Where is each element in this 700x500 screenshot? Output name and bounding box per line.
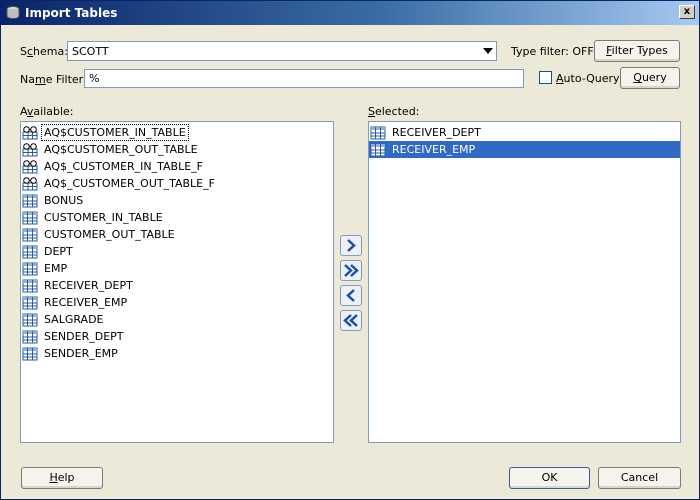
table-icon <box>22 211 38 224</box>
list-item-label: AQ$CUSTOMER_IN_TABLE <box>41 124 189 141</box>
list-item-label: CUSTOMER_OUT_TABLE <box>44 228 175 241</box>
table-icon <box>22 228 38 241</box>
close-icon: x <box>683 6 691 17</box>
auto-query-checkbox[interactable] <box>539 71 552 84</box>
filter-types-button[interactable]: Filter Types <box>594 40 680 62</box>
view-icon <box>22 159 38 173</box>
move-left-button[interactable] <box>340 285 362 306</box>
available-tables-list[interactable]: AQ$CUSTOMER_IN_TABLE AQ$CUSTOMER_OUT_TABL… <box>20 121 334 443</box>
schema-label: Schema: <box>20 45 68 58</box>
move-right-button[interactable] <box>340 235 362 256</box>
help-button[interactable]: Help <box>21 467 103 489</box>
move-right-icon <box>347 239 356 252</box>
list-item[interactable]: SALGRADE <box>21 311 333 328</box>
list-item-label: AQ$CUSTOMER_OUT_TABLE <box>44 143 198 156</box>
table-icon <box>370 143 386 156</box>
schema-value: SCOTT <box>72 45 109 58</box>
list-item[interactable]: SENDER_DEPT <box>21 328 333 345</box>
list-item[interactable]: CUSTOMER_IN_TABLE <box>21 209 333 226</box>
list-item-label: RECEIVER_EMP <box>44 296 128 309</box>
close-button[interactable]: x <box>679 5 695 19</box>
selected-tables-list[interactable]: RECEIVER_DEPT RECEIVER_EMP <box>368 121 681 443</box>
table-icon <box>22 262 38 275</box>
list-item-label: RECEIVER_DEPT <box>392 126 481 139</box>
list-item[interactable]: CUSTOMER_OUT_TABLE <box>21 226 333 243</box>
list-item[interactable]: AQ$_CUSTOMER_OUT_TABLE_F <box>21 175 333 192</box>
list-item[interactable]: EMP <box>21 260 333 277</box>
available-label: Available: <box>20 105 74 118</box>
table-icon <box>22 313 38 326</box>
list-item[interactable]: RECEIVER_EMP <box>21 294 333 311</box>
list-item-label: RECEIVER_EMP <box>392 143 476 156</box>
ok-button[interactable]: OK <box>509 467 590 489</box>
name-filter-value: % <box>89 72 100 85</box>
type-filter-label: Type filter: OFF <box>511 45 594 58</box>
move-left-icon <box>346 289 355 302</box>
list-item-label: AQ$_CUSTOMER_IN_TABLE_F <box>44 160 203 173</box>
table-icon <box>22 347 38 360</box>
name-filter-input[interactable]: % <box>84 69 524 88</box>
table-icon <box>370 126 386 139</box>
query-button[interactable]: Query <box>620 67 680 89</box>
list-item[interactable]: RECEIVER_DEPT <box>21 277 333 294</box>
list-item-label: EMP <box>44 262 68 275</box>
list-item[interactable]: RECEIVER_EMP <box>369 141 680 158</box>
list-item-label: SENDER_EMP <box>44 347 118 360</box>
table-icon <box>22 194 38 207</box>
list-item[interactable]: AQ$CUSTOMER_IN_TABLE <box>21 124 333 141</box>
name-filter-label: Name Filter: <box>20 73 87 86</box>
list-item[interactable]: AQ$_CUSTOMER_IN_TABLE_F <box>21 158 333 175</box>
list-item-label: AQ$_CUSTOMER_OUT_TABLE_F <box>44 177 215 190</box>
list-item-label: BONUS <box>44 194 84 207</box>
list-item-label: CUSTOMER_IN_TABLE <box>44 211 163 224</box>
list-item-label: SALGRADE <box>44 313 104 326</box>
cancel-button[interactable]: Cancel <box>598 467 681 489</box>
move-all-right-button[interactable] <box>340 260 362 281</box>
move-all-left-icon <box>343 314 358 327</box>
list-item[interactable]: AQ$CUSTOMER_OUT_TABLE <box>21 141 333 158</box>
schema-select[interactable]: SCOTT <box>67 41 497 61</box>
table-icon <box>22 245 38 258</box>
window-title: Import Tables <box>25 6 118 20</box>
database-icon <box>6 6 20 20</box>
list-item[interactable]: RECEIVER_DEPT <box>369 124 680 141</box>
list-item[interactable]: BONUS <box>21 192 333 209</box>
table-icon <box>22 279 38 292</box>
table-icon <box>22 296 38 309</box>
view-icon <box>22 176 38 190</box>
view-icon <box>22 142 38 156</box>
auto-query-label: Auto-Query <box>556 72 620 85</box>
title-bar: Import Tables x <box>1 1 699 25</box>
list-item-label: RECEIVER_DEPT <box>44 279 133 292</box>
list-item[interactable]: DEPT <box>21 243 333 260</box>
view-icon <box>22 125 38 139</box>
selected-label: Selected: <box>368 105 420 118</box>
move-all-right-icon <box>344 264 359 277</box>
list-item[interactable]: SENDER_EMP <box>21 345 333 362</box>
move-all-left-button[interactable] <box>340 310 362 331</box>
table-icon <box>22 330 38 343</box>
list-item-label: SENDER_DEPT <box>44 330 124 343</box>
chevron-down-icon[interactable] <box>483 48 493 54</box>
import-tables-dialog: Import Tables x Schema: SCOTT Type filte… <box>0 0 700 500</box>
list-item-label: DEPT <box>44 245 73 258</box>
